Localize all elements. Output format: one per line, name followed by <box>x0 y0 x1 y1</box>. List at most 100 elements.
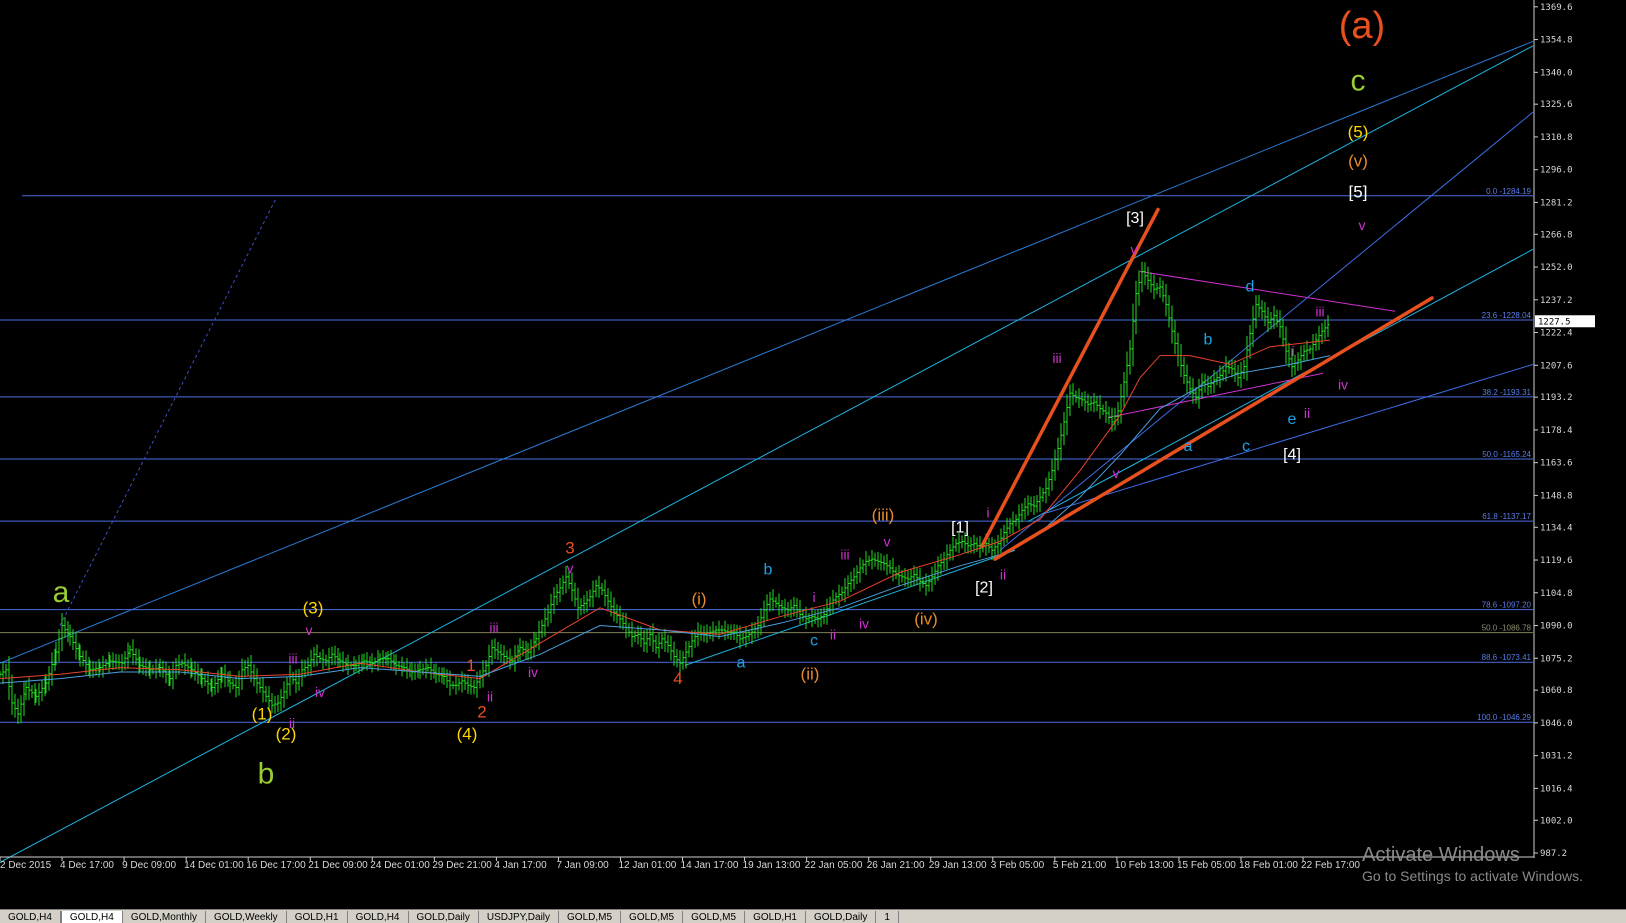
price-bar <box>1209 375 1213 394</box>
price-bar <box>19 695 23 723</box>
wave-label: ii <box>487 688 493 704</box>
chart-tab[interactable]: GOLD,H4 <box>0 911 61 923</box>
price-tick-label: 1340.0 <box>1540 68 1573 78</box>
price-bar <box>481 659 485 688</box>
price-bar <box>381 650 385 668</box>
chart-tab[interactable]: USDJPY,Daily <box>478 911 560 923</box>
price-bar <box>1008 517 1012 534</box>
chart-tab[interactable]: 1 <box>876 911 899 923</box>
price-bar <box>600 583 604 595</box>
chart-tab[interactable]: GOLD,Daily <box>408 911 479 923</box>
price-tick-label: 1002.0 <box>1540 816 1573 826</box>
chart-tab[interactable]: GOLD,M5 <box>559 911 622 923</box>
price-bar <box>1314 333 1318 352</box>
price-bar <box>657 632 661 659</box>
price-tick-label: 1163.6 <box>1540 459 1573 469</box>
wave-label: a <box>1184 438 1193 455</box>
wave-label: (3) <box>303 598 324 617</box>
price-bar <box>894 566 898 580</box>
price-tick-label: 1369.6 <box>1540 3 1573 13</box>
price-bar <box>1116 401 1120 426</box>
price-bar <box>1179 344 1183 377</box>
price-tick-label: 1296.0 <box>1540 166 1573 176</box>
chart-tab[interactable]: GOLD,H4 <box>60 911 123 923</box>
trendline[interactable] <box>0 45 1534 863</box>
price-bar <box>50 652 54 686</box>
price-bar <box>732 624 736 641</box>
price-tick-label: 1134.4 <box>1540 523 1573 533</box>
wave-label: ii <box>1304 405 1310 421</box>
trendline[interactable] <box>999 111 1534 551</box>
price-bar <box>1176 332 1180 367</box>
trendline[interactable] <box>1027 248 1534 522</box>
trendline[interactable] <box>59 198 277 626</box>
price-bar <box>879 553 883 571</box>
price-bar <box>558 578 562 603</box>
price-bar <box>1083 391 1087 411</box>
price-bar <box>362 653 366 670</box>
price-bar <box>870 549 874 570</box>
price-bar <box>1 662 5 685</box>
price-bar <box>813 610 817 625</box>
wave-label: b <box>258 757 275 790</box>
price-chart[interactable]: 0.0 -1284.19 23.6 -1228.04 38.2 -1193.31 50… <box>0 0 1626 909</box>
price-bar <box>849 571 853 592</box>
price-bar <box>1113 407 1117 431</box>
price-bar <box>597 575 601 598</box>
price-bar <box>291 671 295 685</box>
price-bar <box>10 674 14 715</box>
price-tick-label: 1119.6 <box>1540 556 1573 566</box>
price-bar <box>1140 261 1144 293</box>
chart-tab[interactable]: GOLD,Monthly <box>122 911 206 923</box>
chart-tab[interactable]: GOLD,M5 <box>683 911 746 923</box>
price-bar <box>591 580 595 608</box>
price-bar <box>675 648 679 668</box>
time-tick-label: 9 Dec 09:00 <box>122 860 176 871</box>
price-bar <box>327 647 331 671</box>
price-tick-label: 1060.8 <box>1540 686 1573 696</box>
primary-trendline[interactable] <box>980 207 1160 548</box>
price-bar <box>1080 392 1084 407</box>
price-bar <box>627 623 631 637</box>
price-tick-label: 1222.4 <box>1540 329 1573 339</box>
price-tick-label: 1148.8 <box>1540 491 1573 501</box>
wave-label: c <box>1242 438 1250 455</box>
price-bar <box>1170 305 1174 344</box>
price-bar <box>540 619 544 639</box>
price-bar <box>549 593 553 623</box>
wave-label: ii <box>830 626 836 642</box>
time-tick-label: 26 Jan 21:00 <box>867 860 925 871</box>
price-bar <box>1020 503 1024 523</box>
chart-tab[interactable]: GOLD,Weekly <box>205 911 287 923</box>
price-bar <box>855 565 859 585</box>
time-tick-label: 2 Dec 2015 <box>0 860 52 871</box>
price-tick-label: 1266.8 <box>1540 230 1573 240</box>
trendline[interactable] <box>1139 270 1396 312</box>
chart-tab[interactable]: GOLD,H1 <box>745 911 806 923</box>
price-bar <box>1164 284 1168 317</box>
chart-tab[interactable]: GOLD,M5 <box>621 911 684 923</box>
price-bar <box>1128 339 1132 375</box>
price-bar <box>1035 495 1039 513</box>
trendline[interactable] <box>684 549 1016 666</box>
price-bar <box>1077 388 1081 409</box>
price-bar <box>897 565 901 586</box>
price-bar <box>288 664 292 696</box>
wave-label: v <box>567 560 574 576</box>
wave-label: iii <box>288 651 297 667</box>
price-bar <box>336 648 340 668</box>
price-bar <box>1317 325 1321 350</box>
chart-tab[interactable]: GOLD,H4 <box>347 911 409 923</box>
chart-tab[interactable]: GOLD,H1 <box>286 911 348 923</box>
price-bar <box>723 620 727 641</box>
price-bar <box>555 583 559 606</box>
wave-label: i <box>1291 343 1294 359</box>
price-bar <box>1038 486 1042 513</box>
time-tick-label: 24 Dec 01:00 <box>370 860 430 871</box>
wave-label: (2) <box>276 724 297 743</box>
price-bar <box>1023 497 1027 520</box>
time-tick-label: 21 Dec 09:00 <box>308 860 368 871</box>
price-bar <box>954 538 958 552</box>
price-bar <box>867 555 871 567</box>
chart-tab[interactable]: GOLD,Daily <box>805 911 877 923</box>
